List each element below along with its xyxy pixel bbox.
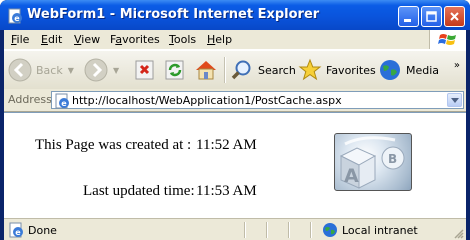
address-label: Address	[8, 93, 52, 106]
favorites-star-icon	[298, 58, 322, 81]
status-divider	[310, 222, 311, 238]
address-url: http://localhost/WebApplication1/PostCac…	[72, 94, 342, 107]
menu-favorites[interactable]: Favorites	[110, 33, 160, 46]
zone-text: Local intranet	[342, 223, 418, 237]
menu-help[interactable]: Help	[207, 33, 232, 46]
standard-toolbar: Back ▼ ▼ Search Favorites Media »	[4, 50, 466, 90]
home-button[interactable]	[194, 55, 218, 85]
home-icon	[196, 61, 216, 80]
media-button[interactable]: Media	[378, 55, 439, 85]
windows-flag-icon	[438, 34, 456, 45]
svg-text:A: A	[344, 165, 359, 187]
search-button[interactable]: Search	[230, 55, 296, 85]
maximize-icon	[426, 11, 437, 22]
back-button[interactable]: Back ▼	[8, 55, 74, 85]
last-updated-label: Last updated time:	[83, 183, 195, 199]
ie-page-icon: e	[8, 8, 22, 24]
last-updated-time: 11:53 AM	[196, 183, 257, 199]
favorites-button[interactable]: Favorites	[298, 55, 376, 85]
menu-view[interactable]: View	[74, 33, 100, 46]
windows-logo	[429, 30, 466, 49]
svg-text:e: e	[14, 14, 20, 23]
close-icon	[450, 12, 459, 21]
address-bar: Address e http://localhost/WebApplicatio…	[4, 89, 466, 112]
stop-button[interactable]	[134, 55, 156, 85]
menu-file[interactable]: File	[11, 33, 29, 46]
menu-tools[interactable]: Tools	[169, 33, 196, 46]
page-done-icon: e	[9, 222, 23, 238]
minimize-button[interactable]	[398, 6, 419, 27]
svg-text:B: B	[388, 152, 397, 166]
cached-image: A B	[334, 133, 412, 191]
title-bar[interactable]: e WebForm1 - Microsoft Internet Explorer	[0, 0, 470, 30]
forward-arrow-icon	[84, 58, 108, 82]
forward-button[interactable]: ▼	[84, 55, 119, 85]
status-divider	[288, 222, 289, 238]
media-globe-icon	[380, 60, 400, 80]
status-done: e Done	[8, 222, 57, 238]
search-icon	[231, 60, 251, 80]
window-title: WebForm1 - Microsoft Internet Explorer	[27, 7, 320, 22]
forward-dropdown-icon[interactable]: ▼	[113, 66, 119, 75]
status-text: Done	[28, 223, 57, 237]
back-arrow-icon	[8, 58, 32, 82]
toolbar-overflow-chevron[interactable]: »	[454, 60, 460, 71]
maximize-button[interactable]	[421, 6, 442, 27]
status-bar: e Done Local intranet	[4, 218, 466, 240]
resize-grip-icon[interactable]	[452, 227, 464, 239]
menu-bar: File Edit View Favorites Tools Help	[4, 30, 466, 50]
menu-edit[interactable]: Edit	[41, 33, 62, 46]
svg-text:e: e	[15, 228, 21, 237]
chevron-down-icon	[451, 98, 459, 103]
close-button[interactable]	[444, 6, 465, 27]
created-at-label: This Page was created at :	[35, 137, 192, 153]
browser-window: e WebForm1 - Microsoft Internet Explorer…	[0, 0, 470, 240]
address-input[interactable]: e http://localhost/WebApplication1/PostC…	[51, 91, 464, 109]
svg-text:e: e	[61, 99, 67, 108]
created-at-time: 11:52 AM	[196, 137, 257, 153]
letter-blocks-icon: A B	[339, 136, 405, 189]
browser-client: File Edit View Favorites Tools Help Back…	[4, 30, 466, 240]
refresh-button[interactable]	[164, 55, 186, 85]
stop-icon	[135, 60, 154, 80]
status-divider	[266, 222, 267, 238]
back-dropdown-icon[interactable]: ▼	[68, 66, 74, 75]
refresh-icon	[165, 60, 184, 80]
address-dropdown-button[interactable]	[447, 93, 462, 107]
page-icon: e	[55, 93, 69, 109]
toolbar-separator	[224, 57, 225, 83]
minimize-icon	[404, 19, 411, 22]
intranet-globe-icon	[323, 223, 337, 237]
security-zone[interactable]: Local intranet	[322, 222, 418, 238]
status-divider	[244, 222, 245, 238]
